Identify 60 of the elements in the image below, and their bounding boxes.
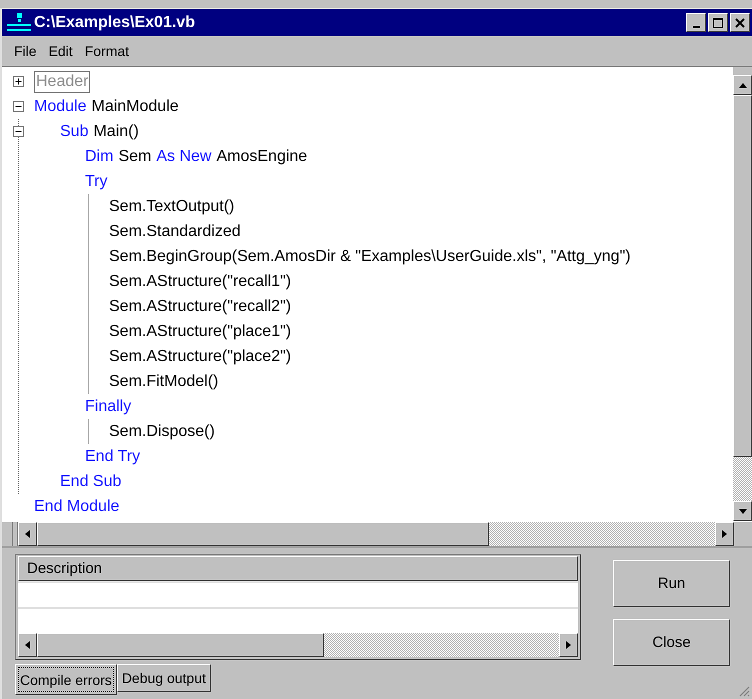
up-arrow-icon [738, 82, 746, 88]
code-text: Sem [118, 148, 152, 166]
scroll-right-button[interactable] [715, 522, 734, 546]
close-button[interactable] [730, 13, 750, 32]
code-keyword: End Module [34, 498, 120, 516]
minimize-icon [692, 26, 700, 28]
code-text: Sem.BeginGroup(Sem.AmosDir & "Examples\UserGuide.xls", "Attg_yng") [109, 248, 631, 266]
scroll-down-button[interactable] [733, 501, 752, 521]
push-button[interactable]: Close [613, 619, 730, 666]
collapse-toggle[interactable] [13, 101, 24, 112]
code-text: Sem.Dispose() [109, 422, 215, 440]
column-header[interactable]: Description [18, 556, 578, 581]
tab[interactable]: Debug output [116, 664, 211, 692]
code-text: Sem.AStructure("place1") [109, 322, 292, 340]
code-keyword: End Sub [60, 472, 122, 490]
resize-grip-icon[interactable] [738, 685, 750, 697]
scroll-left-button[interactable] [18, 522, 37, 546]
scroll-up-button[interactable] [733, 75, 752, 95]
code-keyword: Finally [85, 398, 132, 416]
scroll-thumb[interactable] [733, 95, 752, 457]
code-keyword: Sub [60, 122, 88, 140]
left-arrow-icon [25, 641, 30, 649]
down-arrow-icon [738, 508, 746, 514]
code-text: Sem.Standardized [109, 222, 241, 240]
code-text: Sem.AStructure("recall1") [109, 272, 292, 290]
code-text: Sem.TextOutput() [109, 198, 234, 216]
code-keyword: As New [156, 148, 212, 166]
menu-item[interactable]: File [8, 43, 43, 59]
code-text: Main() [93, 122, 139, 140]
code-editor[interactable] [2, 67, 733, 521]
maximize-icon [713, 18, 723, 28]
right-arrow-icon [722, 530, 727, 538]
collapse-toggle[interactable] [13, 126, 24, 137]
expand-toggle[interactable] [13, 76, 24, 87]
code-text: MainModule [91, 98, 179, 116]
code-text: AmosEngine [216, 148, 308, 166]
code-keyword: End Try [85, 448, 140, 466]
scroll-left-button[interactable] [18, 633, 37, 657]
code-text: Sem.FitModel() [109, 372, 218, 390]
maximize-button[interactable] [708, 13, 728, 32]
menu-item[interactable]: Edit [42, 43, 79, 59]
horizontal-scrollbar[interactable] [2, 521, 752, 546]
code-text: Sem.AStructure("recall2") [109, 298, 292, 316]
menu-item[interactable]: Format [78, 43, 136, 59]
window-title: C:\Examples\Ex01.vb [34, 14, 196, 32]
code-keyword: Module [34, 98, 86, 116]
scroll-right-button[interactable] [559, 633, 578, 657]
code-keyword: Dim [85, 148, 114, 166]
code-keyword: Try [85, 172, 108, 190]
scroll-thumb[interactable] [37, 633, 324, 657]
horizontal-scrollbar[interactable] [18, 633, 578, 657]
diagram-icon [6, 12, 32, 34]
close-icon [735, 18, 745, 28]
code-text: Sem.AStructure("place2") [109, 348, 292, 366]
right-arrow-icon [566, 641, 571, 649]
left-arrow-icon [25, 530, 30, 538]
push-button[interactable]: Run [613, 560, 730, 607]
scroll-thumb[interactable] [37, 522, 489, 546]
tab[interactable]: Compile errors [15, 664, 117, 695]
minimize-button[interactable] [686, 13, 706, 32]
